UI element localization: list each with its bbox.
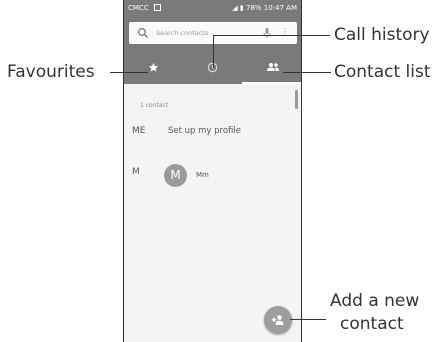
leader-contact-list — [283, 72, 331, 73]
callout-favourites: Favourites — [7, 62, 95, 82]
status-right: ◢ ▮ 78% 10:47 AM — [232, 0, 297, 16]
search-placeholder[interactable]: Search contacts — [156, 22, 251, 44]
search-icon[interactable] — [137, 27, 149, 39]
people-icon — [266, 63, 279, 71]
star-icon — [148, 62, 159, 72]
leader-add-contact — [290, 319, 326, 320]
battery-time-text: 78% 10:47 AM — [245, 4, 297, 12]
mic-icon[interactable] — [261, 27, 273, 39]
callout-add-new-line2: contact — [340, 314, 404, 334]
signal-battery-icons: ◢ ▮ — [232, 4, 246, 12]
setup-profile-item[interactable]: Set up my profile — [168, 126, 241, 136]
section-letter-me: ME — [132, 126, 146, 136]
section-letter-m: M — [132, 167, 140, 177]
leader-call-history — [213, 35, 330, 36]
status-bar: CMCC ◢ ▮ 78% 10:47 AM — [124, 0, 301, 16]
callout-add-new-line1: Add a new — [330, 291, 420, 311]
sim-icon — [154, 4, 161, 11]
add-contact-button[interactable] — [264, 306, 292, 334]
add-contact-icon — [271, 315, 284, 325]
contact-list: 1 contact ME Set up my profile M M Mm — [124, 84, 301, 342]
contact-count: 1 contact — [140, 102, 169, 109]
tab-favourites[interactable] — [124, 50, 183, 84]
avatar[interactable]: M — [164, 164, 187, 187]
leader-call-history-vertical — [213, 35, 214, 68]
more-vert-icon[interactable]: ⋮ — [279, 26, 291, 40]
carrier-label: CMCC — [128, 4, 149, 12]
leader-favourites — [110, 72, 148, 73]
contact-name[interactable]: Mm — [196, 171, 209, 179]
callout-contact-list: Contact list — [334, 62, 431, 82]
tab-contact-list[interactable] — [242, 50, 301, 84]
callout-call-history: Call history — [334, 25, 430, 45]
scrollbar[interactable] — [295, 90, 298, 109]
